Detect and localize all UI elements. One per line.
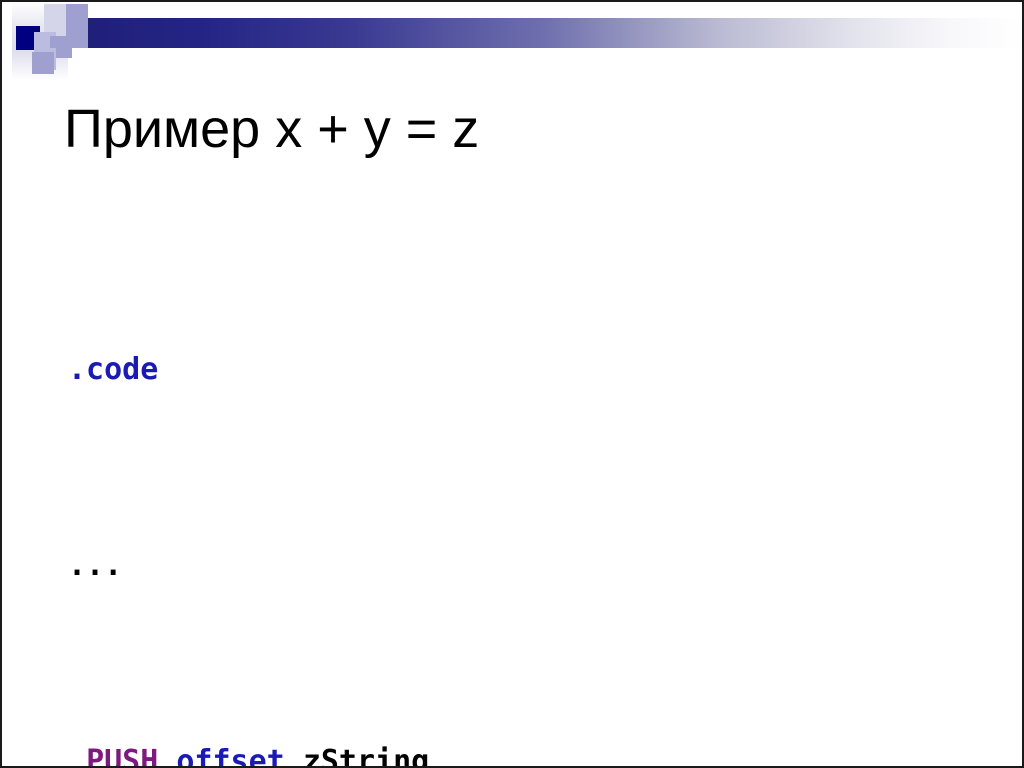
code-line-directive: .code — [68, 345, 447, 394]
decoration-square-pale-top — [44, 4, 66, 26]
code-token-operand: zString — [302, 744, 430, 768]
slide: Пример x + y = z .code ... PUSH offset z… — [0, 0, 1024, 768]
code-token-mnemonic: PUSH — [86, 744, 159, 768]
code-token-directive: .code — [68, 352, 159, 387]
page-title: Пример x + y = z — [64, 99, 480, 159]
code-token-ellipsis: ... — [68, 548, 123, 583]
code-token-keyword: offset — [176, 744, 285, 768]
slide-header-decoration — [2, 2, 1022, 82]
decoration-square-periwinkle-bottom — [32, 52, 54, 74]
decoration-square-periwinkle-top — [66, 4, 88, 26]
code-block: .code ... PUSH offset zString PUSH offse… — [68, 198, 447, 768]
decoration-gradient-bar — [66, 18, 1022, 48]
code-line-push-zstring: PUSH offset zString — [68, 737, 447, 768]
code-line-ellipsis: ... — [68, 541, 447, 590]
